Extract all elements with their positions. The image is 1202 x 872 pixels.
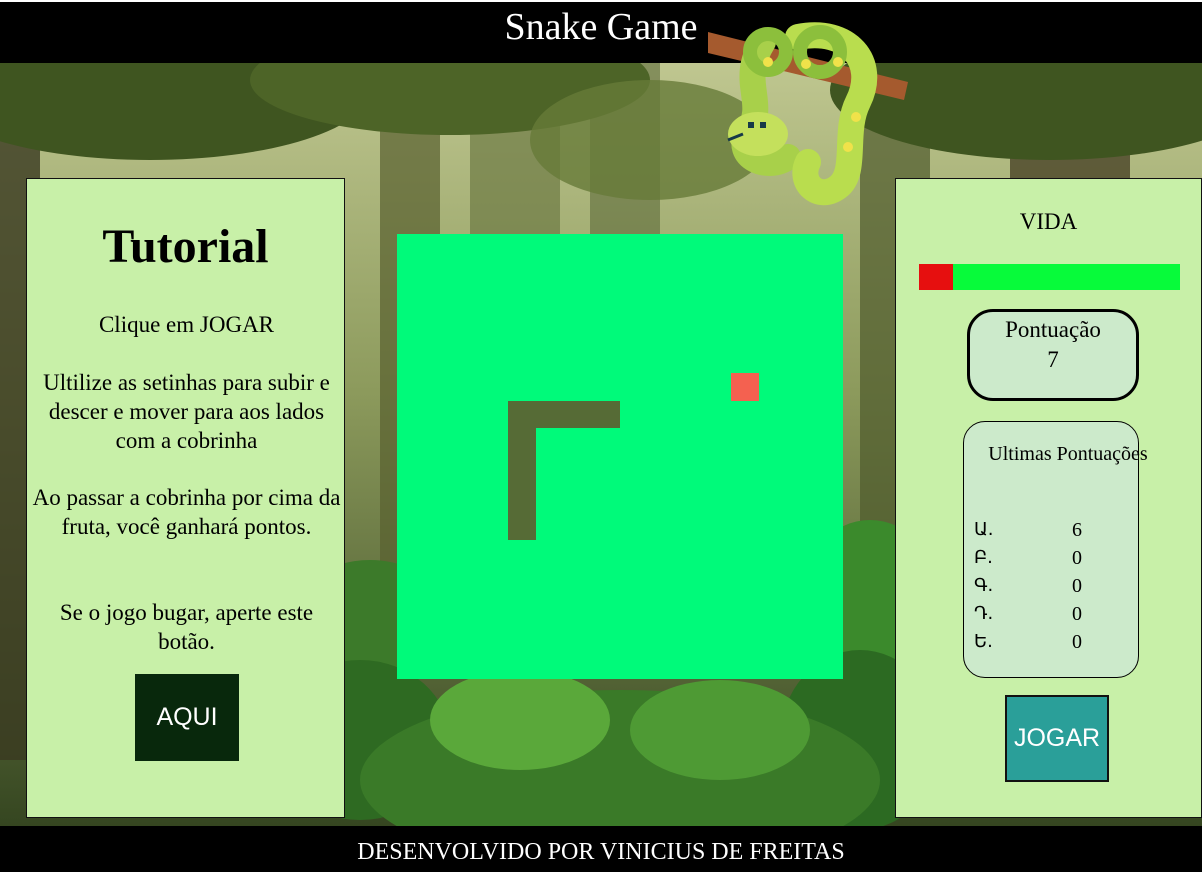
history-title: Ultimas Pontuações: [988, 443, 1148, 465]
snake-mascot-icon: [708, 22, 908, 206]
history-score: 0: [1072, 575, 1082, 597]
score-history: Ultimas Pontuações Ա. 6 Բ. 0 Գ. 0 Դ. 0 Ե…: [963, 421, 1148, 678]
top-bar: Snake Game: [0, 0, 1202, 63]
history-rank: Բ.: [974, 547, 993, 568]
reset-button[interactable]: AQUI: [135, 674, 239, 761]
history-row: Բ. 0: [974, 544, 1134, 572]
tutorial-panel: Tutorial Clique em JOGAR Ultilize as set…: [26, 178, 345, 818]
history-score: 0: [1072, 603, 1082, 625]
game-board[interactable]: [397, 234, 843, 679]
history-row: Գ. 0: [974, 572, 1134, 600]
status-panel: VIDA Pontuação 7 Ultimas Pontuações Ա. 6…: [895, 178, 1202, 818]
life-label: VIDA: [1019, 209, 1078, 234]
score-label: Pontuação: [1005, 317, 1101, 342]
history-score: 0: [1072, 547, 1082, 569]
footer: DESENVOLVIDO POR VINICIUS DE FREITAS: [0, 826, 1202, 872]
history-score: 0: [1072, 631, 1082, 653]
snake-body-vertical: [508, 401, 536, 540]
page-title: Snake Game: [504, 6, 698, 48]
play-button[interactable]: JOGAR: [1005, 695, 1109, 782]
score-box: Pontuação 7: [967, 309, 1139, 401]
score-value: 7: [1047, 347, 1059, 372]
history-rank: Ե.: [974, 631, 993, 652]
history-row: Ա. 6: [974, 516, 1134, 544]
tutorial-title: Tutorial: [102, 220, 269, 273]
history-score: 6: [1072, 519, 1082, 541]
fruit: [731, 373, 759, 401]
tutorial-step-4: Se o jogo bugar, aperte este botão.: [59, 600, 314, 654]
life-bar-lost: [919, 264, 953, 290]
history-rank: Դ.: [974, 603, 994, 624]
life-bar: [919, 264, 1180, 290]
history-rank: Գ.: [974, 575, 994, 596]
footer-credit: DESENVOLVIDO POR VINICIUS DE FREITAS: [357, 839, 845, 865]
tutorial-step-2: Ultilize as setinhas para subir e descer…: [43, 370, 330, 453]
history-row: Դ. 0: [974, 600, 1134, 628]
history-row: Ե. 0: [974, 628, 1134, 656]
tutorial-step-1: Clique em JOGAR: [98, 312, 275, 337]
tutorial-step-3: Ao passar a cobrinha por cima da fruta, …: [32, 485, 341, 539]
history-rank: Ա.: [974, 519, 994, 540]
